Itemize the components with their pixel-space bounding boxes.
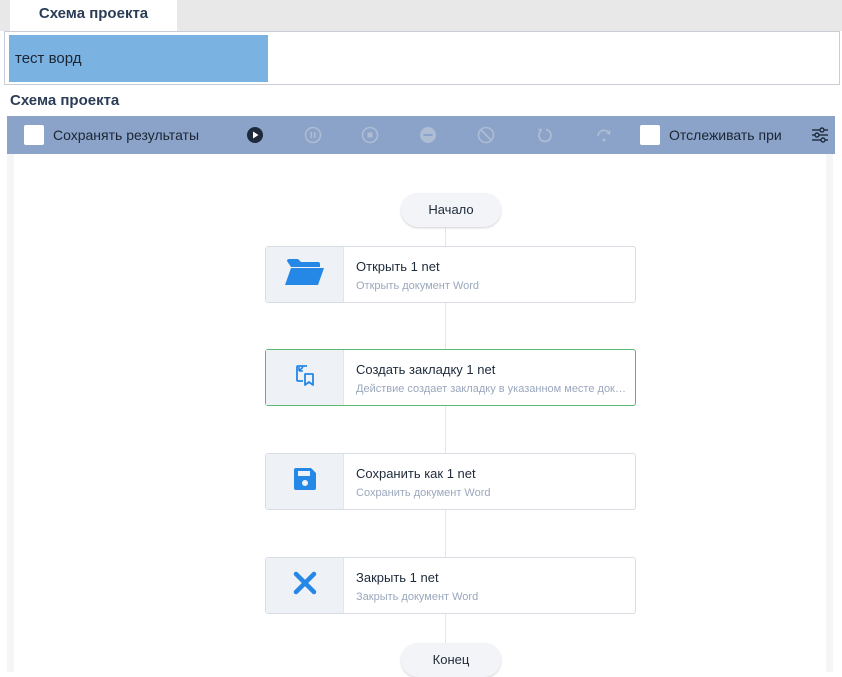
node-description: Сохранить документ Word bbox=[356, 487, 491, 499]
save-results-label: Сохранять результаты bbox=[53, 127, 200, 143]
flow-node-open[interactable]: Открыть 1 net Открыть документ Word bbox=[265, 246, 636, 303]
close-icon bbox=[293, 571, 317, 600]
project-name-row: тест ворд bbox=[4, 31, 840, 85]
node-description: Действие создает закладку в указанном ме… bbox=[356, 383, 626, 395]
tab-strip: Схема проекта bbox=[0, 0, 842, 31]
node-title: Открыть 1 net bbox=[356, 259, 440, 274]
toolbar: Сохранять результаты Отслеживать при bbox=[7, 116, 835, 154]
node-title: Создать закладку 1 net bbox=[356, 362, 496, 377]
project-name-field[interactable]: тест ворд bbox=[9, 35, 268, 82]
track-checkbox[interactable] bbox=[640, 125, 660, 145]
node-description: Закрыть документ Word bbox=[356, 591, 479, 603]
tab-project-schema[interactable]: Схема проекта bbox=[10, 0, 177, 31]
node-title: Закрыть 1 net bbox=[356, 570, 439, 585]
bookmark-add-icon bbox=[295, 364, 315, 391]
node-icon-box bbox=[266, 558, 344, 613]
track-label: Отслеживать при bbox=[669, 127, 782, 143]
settings-sliders-icon[interactable] bbox=[810, 125, 830, 145]
save-results-checkbox[interactable] bbox=[24, 125, 44, 145]
flow-node-close[interactable]: Закрыть 1 net Закрыть документ Word bbox=[265, 557, 636, 614]
node-title: Сохранить как 1 net bbox=[356, 466, 476, 481]
minus-circle-icon[interactable] bbox=[418, 125, 438, 145]
stop-icon[interactable] bbox=[360, 125, 380, 145]
flow-node-save-as[interactable]: Сохранить как 1 net Сохранить документ W… bbox=[265, 453, 636, 510]
play-icon[interactable] bbox=[245, 125, 265, 145]
node-icon-box bbox=[266, 350, 344, 405]
node-icon-box bbox=[266, 454, 344, 509]
disable-icon[interactable] bbox=[476, 125, 496, 145]
node-description: Открыть документ Word bbox=[356, 280, 480, 292]
flow-node-create-bookmark[interactable]: Создать закладку 1 net Действие создает … bbox=[265, 349, 636, 406]
undo-icon[interactable] bbox=[534, 125, 554, 145]
section-title: Схема проекта bbox=[10, 92, 120, 109]
pause-icon[interactable] bbox=[303, 125, 323, 145]
node-icon-box bbox=[266, 247, 344, 302]
redo-icon[interactable] bbox=[594, 125, 614, 145]
folder-open-icon bbox=[284, 257, 325, 292]
save-icon bbox=[293, 467, 317, 496]
flow-start[interactable]: Начало bbox=[401, 193, 501, 227]
